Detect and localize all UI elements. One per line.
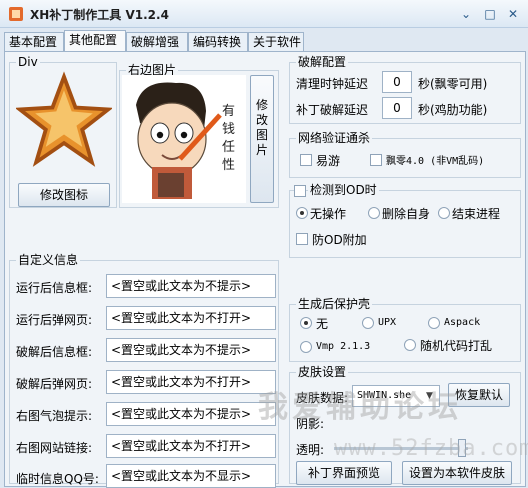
yiyou-checkbox[interactable] [300, 154, 312, 166]
maximize-icon[interactable]: □ [482, 6, 498, 22]
app-icon [9, 7, 23, 21]
close-icon[interactable]: ✕ [505, 6, 521, 22]
crack-config-title: 破解配置 [296, 55, 349, 69]
window-title: XH补丁制作工具 V1.2.4 [30, 8, 169, 22]
custom-label-4: 破解后弹网页: [16, 377, 93, 391]
transparency-label: 透明: [296, 443, 325, 457]
div-group: Div 修改图标 [9, 55, 117, 208]
shell-vmp-label: Vmp 2.1.3 [316, 341, 371, 352]
yiyou-label: 易游 [316, 154, 341, 168]
custom-field-1[interactable]: <置空或此文本为不提示> [106, 274, 276, 298]
custom-field-7[interactable]: <置空或此文本为不显示> [106, 464, 276, 488]
anti-od-attach-checkbox[interactable] [296, 233, 308, 245]
minimize-icon[interactable]: ⌄ [458, 6, 474, 22]
shell-upx-label: UPX [378, 317, 397, 328]
right-image-preview: 有钱任性 [122, 75, 246, 203]
custom-label-6: 右图网站链接: [16, 441, 93, 455]
shell-aspack-radio[interactable] [428, 317, 440, 329]
od-noop-label: 无操作 [310, 207, 347, 221]
clear-delay-unit: 秒(飘零可用) [418, 77, 488, 91]
od-kill-process-label: 结束进程 [452, 207, 501, 221]
custom-info-group: 自定义信息 运行后信息框: <置空或此文本为不提示> 运行后弹网页: <置空或此… [9, 253, 279, 488]
network-verify-group: 网络验证通杀 易游 飘零4.0 (非VM乱码) [289, 131, 521, 178]
custom-label-1: 运行后信息框: [16, 281, 93, 295]
custom-field-4[interactable]: <置空或此文本为不打开> [106, 370, 276, 394]
custom-info-title: 自定义信息 [16, 253, 81, 267]
preview-patch-button[interactable]: 补丁界面预览 [296, 461, 392, 485]
patch-delay-input[interactable]: 0 [382, 97, 412, 119]
div-group-title: Div [16, 55, 40, 69]
title-bar: XH补丁制作工具 V1.2.4 ⌄ □ ✕ [0, 0, 528, 28]
custom-field-5[interactable]: <置空或此文本为不提示> [106, 402, 276, 426]
custom-label-2: 运行后弹网页: [16, 313, 93, 327]
piaoling-label: 飘零4.0 (非VM乱码) [386, 156, 485, 167]
right-image-group: 右边图片 有钱任性 修改图片 [119, 63, 279, 208]
custom-label-5: 右图气泡提示: [16, 409, 93, 423]
custom-label-3: 破解后信息框: [16, 345, 93, 359]
anti-od-attach-label: 防OD附加 [312, 233, 367, 247]
network-verify-title: 网络验证通杀 [296, 131, 373, 145]
shell-vmp-radio[interactable] [300, 341, 312, 353]
tab-other-config[interactable]: 其他配置 [64, 30, 126, 52]
protect-shell-group: 生成后保护壳 无 UPX Aspack Vmp 2.1.3 随机代码打乱 [289, 297, 521, 362]
tab-encoding[interactable]: 编码转换 [188, 32, 248, 52]
piaoling-checkbox[interactable] [370, 154, 382, 166]
custom-field-6[interactable]: <置空或此文本为不打开> [106, 434, 276, 458]
shell-aspack-label: Aspack [444, 317, 481, 328]
tab-about[interactable]: 关于软件 [248, 32, 304, 52]
set-skin-button[interactable]: 设置为本软件皮肤 [402, 461, 512, 485]
tab-basic-config[interactable]: 基本配置 [4, 32, 64, 52]
change-image-button[interactable]: 修改图片 [250, 75, 274, 203]
shell-random-radio[interactable] [404, 339, 416, 351]
image-caption: 有钱任性 [222, 104, 236, 173]
od-kill-process-radio[interactable] [438, 207, 450, 219]
custom-label-7: 临时信息QQ号: [16, 472, 99, 486]
protect-shell-title: 生成后保护壳 [296, 297, 373, 311]
od-detect-checkbox[interactable] [294, 185, 306, 197]
patch-delay-unit: 秒(鸡肋功能) [418, 103, 488, 117]
shell-none-radio[interactable] [300, 317, 312, 329]
change-icon-button[interactable]: 修改图标 [18, 183, 110, 207]
shell-random-label: 随机代码打乱 [420, 339, 493, 353]
patch-delay-label: 补丁破解延迟 [296, 103, 369, 117]
clear-delay-label: 清理时钟延迟 [296, 77, 369, 91]
star-icon [16, 71, 112, 167]
shell-upx-radio[interactable] [362, 317, 374, 329]
shell-none-label: 无 [316, 317, 329, 331]
od-detect-title: 检测到OD时 [308, 183, 379, 197]
skin-settings-title: 皮肤设置 [296, 365, 349, 379]
od-delete-self-radio[interactable] [368, 207, 380, 219]
tab-crack-enhance[interactable]: 破解增强 [126, 32, 188, 52]
watermark-text: 我爱辅助论坛 [258, 390, 462, 425]
clear-delay-input[interactable]: 0 [382, 71, 412, 93]
od-noop-radio[interactable] [296, 207, 308, 219]
custom-field-3[interactable]: <置空或此文本为不提示> [106, 338, 276, 362]
od-delete-self-label: 删除自身 [382, 207, 431, 221]
watermark-url: www.52fzba.com [334, 436, 528, 461]
crack-config-group: 破解配置 清理时钟延迟 0 秒(飘零可用) 补丁破解延迟 0 秒(鸡肋功能) [289, 55, 521, 124]
custom-field-2[interactable]: <置空或此文本为不打开> [106, 306, 276, 330]
od-detect-group: 检测到OD时 无操作 删除自身 结束进程 防OD附加 [289, 183, 521, 258]
